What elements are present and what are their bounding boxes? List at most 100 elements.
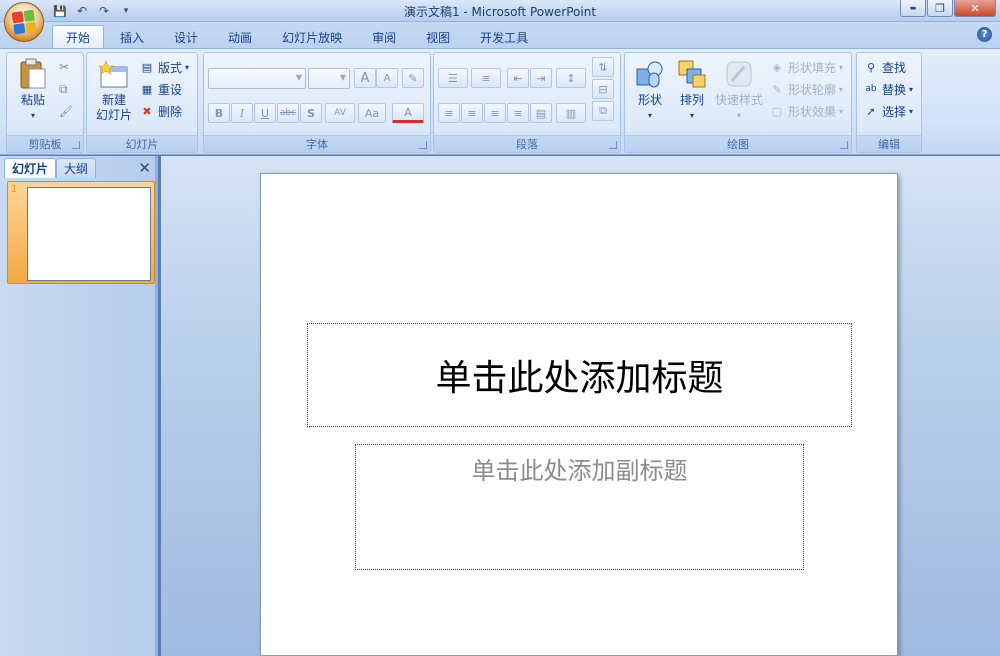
shape-effects-button[interactable]: ▢ 形状效果 ▾ bbox=[769, 101, 843, 121]
align-center-button[interactable]: ≡ bbox=[461, 103, 483, 123]
clear-format-icon[interactable]: ✎ bbox=[402, 68, 424, 88]
paragraph-launcher-icon[interactable] bbox=[609, 141, 617, 149]
slide-number: 1 bbox=[11, 184, 18, 195]
title-placeholder[interactable]: 单击此处添加标题 bbox=[307, 323, 852, 427]
align-left-button[interactable]: ≡ bbox=[438, 103, 460, 123]
title-bar: 💾 ↶ ↷ ▾ 演示文稿1 - Microsoft PowerPoint ▬ ❐… bbox=[0, 0, 1000, 22]
paste-button[interactable]: 粘贴 ▾ bbox=[13, 57, 53, 123]
subtitle-placeholder[interactable]: 单击此处添加副标题 bbox=[355, 444, 804, 570]
bold-button[interactable]: B bbox=[208, 103, 230, 123]
text-direction-button[interactable]: ⇅ bbox=[592, 57, 614, 77]
line-spacing-button[interactable]: ↕ bbox=[556, 68, 586, 88]
replace-button[interactable]: ab 替换 ▾ bbox=[863, 79, 913, 99]
underline-button[interactable]: U bbox=[254, 103, 276, 123]
window-controls: ▬ ❐ ✕ bbox=[900, 0, 996, 17]
quick-styles-button[interactable]: 快速样式 ▾ bbox=[713, 57, 765, 123]
char-spacing-button[interactable]: AV bbox=[325, 103, 355, 123]
font-name-combo[interactable]: ▼ bbox=[208, 68, 306, 89]
format-painter-icon[interactable]: 🖌 bbox=[59, 101, 73, 121]
tab-animations[interactable]: 动画 bbox=[214, 25, 266, 48]
tab-review[interactable]: 审阅 bbox=[358, 25, 410, 48]
find-button[interactable]: ⚲ 查找 bbox=[863, 57, 906, 77]
shape-outline-icon: ✎ bbox=[772, 82, 782, 96]
select-button[interactable]: ➚ 选择 ▾ bbox=[863, 101, 913, 121]
window-title: 演示文稿1 - Microsoft PowerPoint bbox=[403, 5, 597, 19]
cut-icon[interactable]: ✂ bbox=[59, 57, 69, 77]
layout-button[interactable]: ▤ 版式 ▾ bbox=[139, 57, 189, 77]
binoculars-icon: ⚲ bbox=[866, 60, 876, 74]
numbering-button[interactable]: ≡ bbox=[471, 68, 501, 88]
tab-home[interactable]: 开始 bbox=[52, 25, 105, 48]
slide-thumbnail-selected[interactable]: 1 bbox=[7, 181, 155, 284]
shape-fill-label: 形状填充 bbox=[788, 60, 837, 75]
arrange-dropdown-icon: ▾ bbox=[689, 111, 694, 120]
strikethrough-button[interactable]: abc bbox=[277, 103, 299, 123]
ribbon-tabs: 开始 插入 设计 动画 幻灯片放映 审阅 视图 开发工具 bbox=[52, 25, 542, 48]
increase-indent-button[interactable]: ⇥ bbox=[530, 68, 552, 88]
shadow-button[interactable]: S bbox=[300, 103, 322, 123]
slide-canvas[interactable]: 单击此处添加标题 单击此处添加副标题 bbox=[260, 173, 898, 656]
tab-developer[interactable]: 开发工具 bbox=[466, 25, 542, 48]
grow-font-button[interactable]: A bbox=[354, 68, 376, 88]
restore-button[interactable]: ❐ bbox=[927, 0, 953, 17]
office-logo-icon bbox=[11, 9, 37, 35]
align-right-button[interactable]: ≡ bbox=[484, 103, 506, 123]
new-slide-label-2: 幻灯片 bbox=[95, 108, 132, 122]
new-slide-button[interactable]: 新建 幻灯片 bbox=[89, 57, 139, 123]
change-case-button[interactable]: Aa bbox=[358, 103, 386, 123]
columns-button[interactable]: ▥ bbox=[556, 103, 586, 123]
shrink-font-button[interactable]: A bbox=[376, 68, 398, 88]
shapes-button[interactable]: 形状 ▾ bbox=[629, 57, 671, 123]
ribbon-tab-row: 开始 插入 设计 动画 幻灯片放映 审阅 视图 开发工具 ? bbox=[0, 22, 1000, 48]
select-label: 选择 bbox=[882, 104, 907, 119]
arrange-button[interactable]: 排列 ▾ bbox=[671, 57, 713, 123]
editing-group-label: 编辑 bbox=[857, 135, 921, 152]
pane-close-icon[interactable]: ✕ bbox=[138, 159, 151, 177]
office-button[interactable] bbox=[4, 2, 44, 42]
shape-fill-button[interactable]: ◈ 形状填充 ▾ bbox=[769, 57, 843, 77]
tab-view[interactable]: 视图 bbox=[412, 25, 464, 48]
smartart-button[interactable]: ⧉ bbox=[592, 101, 614, 121]
ribbon: 粘贴 ▾ ✂ ⧉ 🖌 剪贴板 新建 幻灯片 ▤ 版式 ▾ ▦ 重设 ✖ 删除 幻… bbox=[0, 48, 1000, 155]
arrange-icon bbox=[675, 57, 709, 91]
pane-tabs: 幻灯片 大纲 bbox=[4, 158, 97, 178]
pane-tab-outline[interactable]: 大纲 bbox=[56, 158, 97, 178]
quick-styles-dropdown-icon: ▾ bbox=[736, 111, 741, 120]
drawing-launcher-icon[interactable] bbox=[840, 141, 848, 149]
distribute-button[interactable]: ▤ bbox=[530, 103, 552, 123]
tab-slide-show[interactable]: 幻灯片放映 bbox=[268, 25, 356, 48]
shape-outline-dropdown-icon: ▾ bbox=[839, 84, 844, 94]
paste-label: 粘贴 bbox=[20, 93, 45, 107]
clipboard-launcher-icon[interactable] bbox=[72, 141, 80, 149]
subtitle-placeholder-text: 单击此处添加副标题 bbox=[471, 457, 688, 485]
help-icon[interactable]: ? bbox=[977, 27, 992, 42]
font-size-combo[interactable]: ▼ bbox=[308, 68, 350, 89]
shape-effects-dropdown-icon: ▾ bbox=[839, 106, 844, 116]
group-editing: ⚲ 查找 ab 替换 ▾ ➚ 选择 ▾ 编辑 bbox=[856, 52, 922, 153]
close-button[interactable]: ✕ bbox=[954, 0, 996, 17]
minimize-button[interactable]: ▬ bbox=[900, 0, 926, 17]
group-paragraph: ☰ ≡ ⇤ ⇥ ↕ ⇅ ⊟ ⧉ ≡ ≡ ≡ ≡ ▤ ▥ 段落 bbox=[433, 52, 621, 153]
italic-button[interactable]: I bbox=[231, 103, 253, 123]
shape-outline-button[interactable]: ✎ 形状轮廓 ▾ bbox=[769, 79, 843, 99]
delete-slide-button[interactable]: ✖ 删除 bbox=[139, 101, 182, 121]
font-color-button[interactable]: A bbox=[392, 103, 424, 123]
pane-tab-slides[interactable]: 幻灯片 bbox=[4, 158, 57, 178]
slides-group-label: 幻灯片 bbox=[87, 135, 197, 152]
layout-dropdown-icon: ▾ bbox=[185, 62, 190, 72]
tab-insert[interactable]: 插入 bbox=[106, 25, 158, 48]
layout-icon: ▤ bbox=[141, 60, 153, 74]
delete-slide-icon: ✖ bbox=[142, 104, 152, 118]
decrease-indent-button[interactable]: ⇤ bbox=[507, 68, 529, 88]
bullets-button[interactable]: ☰ bbox=[438, 68, 468, 88]
shape-outline-label: 形状轮廓 bbox=[788, 82, 837, 97]
tab-design[interactable]: 设计 bbox=[160, 25, 212, 48]
copy-icon[interactable]: ⧉ bbox=[59, 79, 68, 99]
slide-thumbnail[interactable] bbox=[27, 187, 151, 281]
reset-button[interactable]: ▦ 重设 bbox=[139, 79, 182, 99]
justify-button[interactable]: ≡ bbox=[507, 103, 529, 123]
align-text-button[interactable]: ⊟ bbox=[592, 79, 614, 99]
replace-dropdown-icon: ▾ bbox=[909, 84, 914, 94]
font-launcher-icon[interactable] bbox=[419, 141, 427, 149]
slide-editor: 单击此处添加标题 单击此处添加副标题 bbox=[161, 156, 1000, 656]
